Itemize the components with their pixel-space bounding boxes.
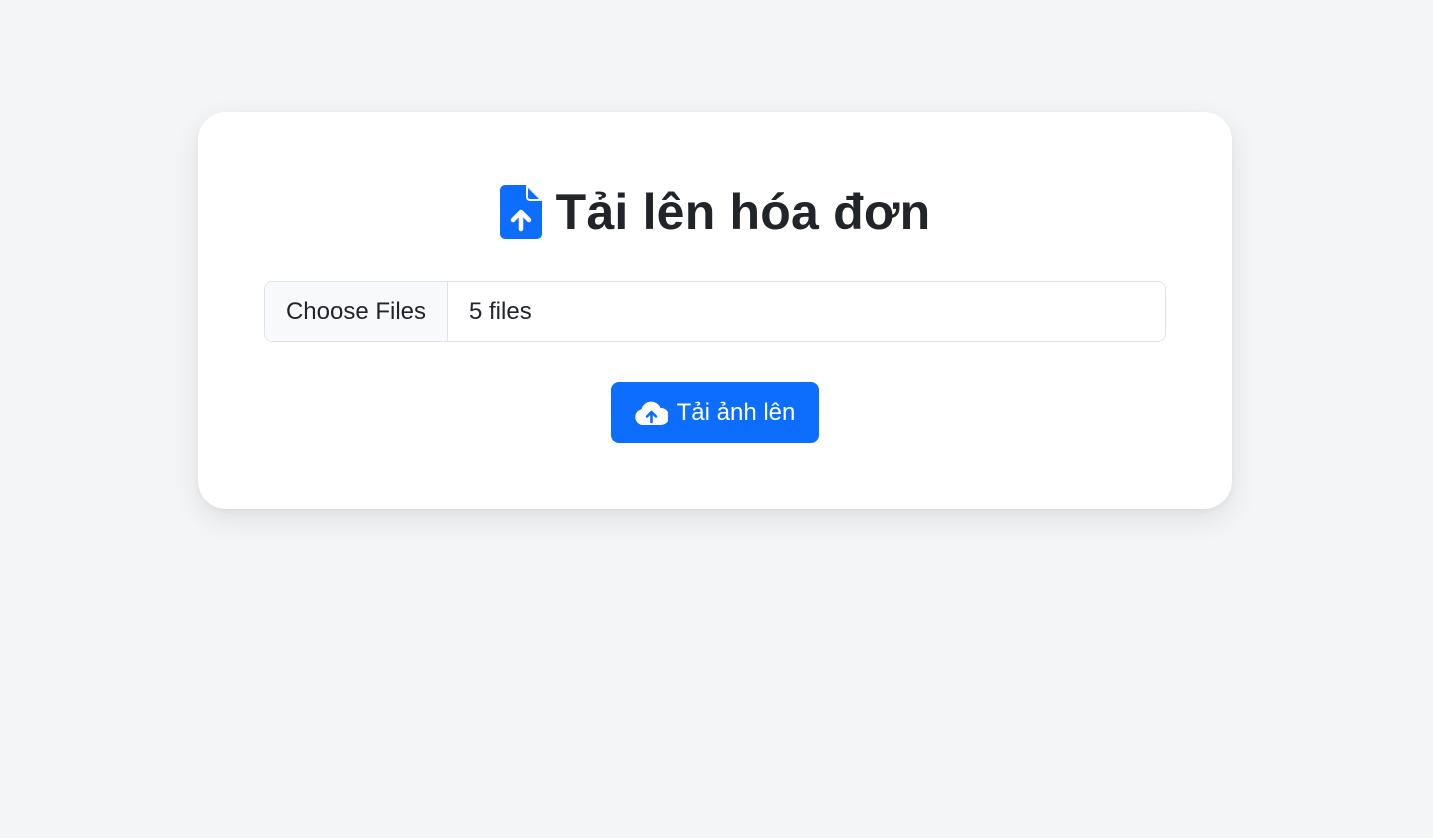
title-text: Tải lên hóa đơn: [555, 184, 931, 240]
upload-button-label: Tải ảnh lên: [676, 398, 796, 426]
file-input[interactable]: Choose Files 5 files: [264, 281, 1166, 342]
page-title: Tải lên hóa đơn: [198, 182, 1232, 242]
file-count-label: 5 files: [469, 297, 532, 325]
file-upload-icon: [499, 185, 542, 239]
upload-card: Tải lên hóa đơn Choose Files 5 files Tải…: [198, 112, 1232, 509]
upload-button[interactable]: Tải ảnh lên: [611, 382, 819, 443]
choose-files-button[interactable]: Choose Files: [265, 282, 448, 341]
cloud-upload-icon: [634, 401, 668, 425]
